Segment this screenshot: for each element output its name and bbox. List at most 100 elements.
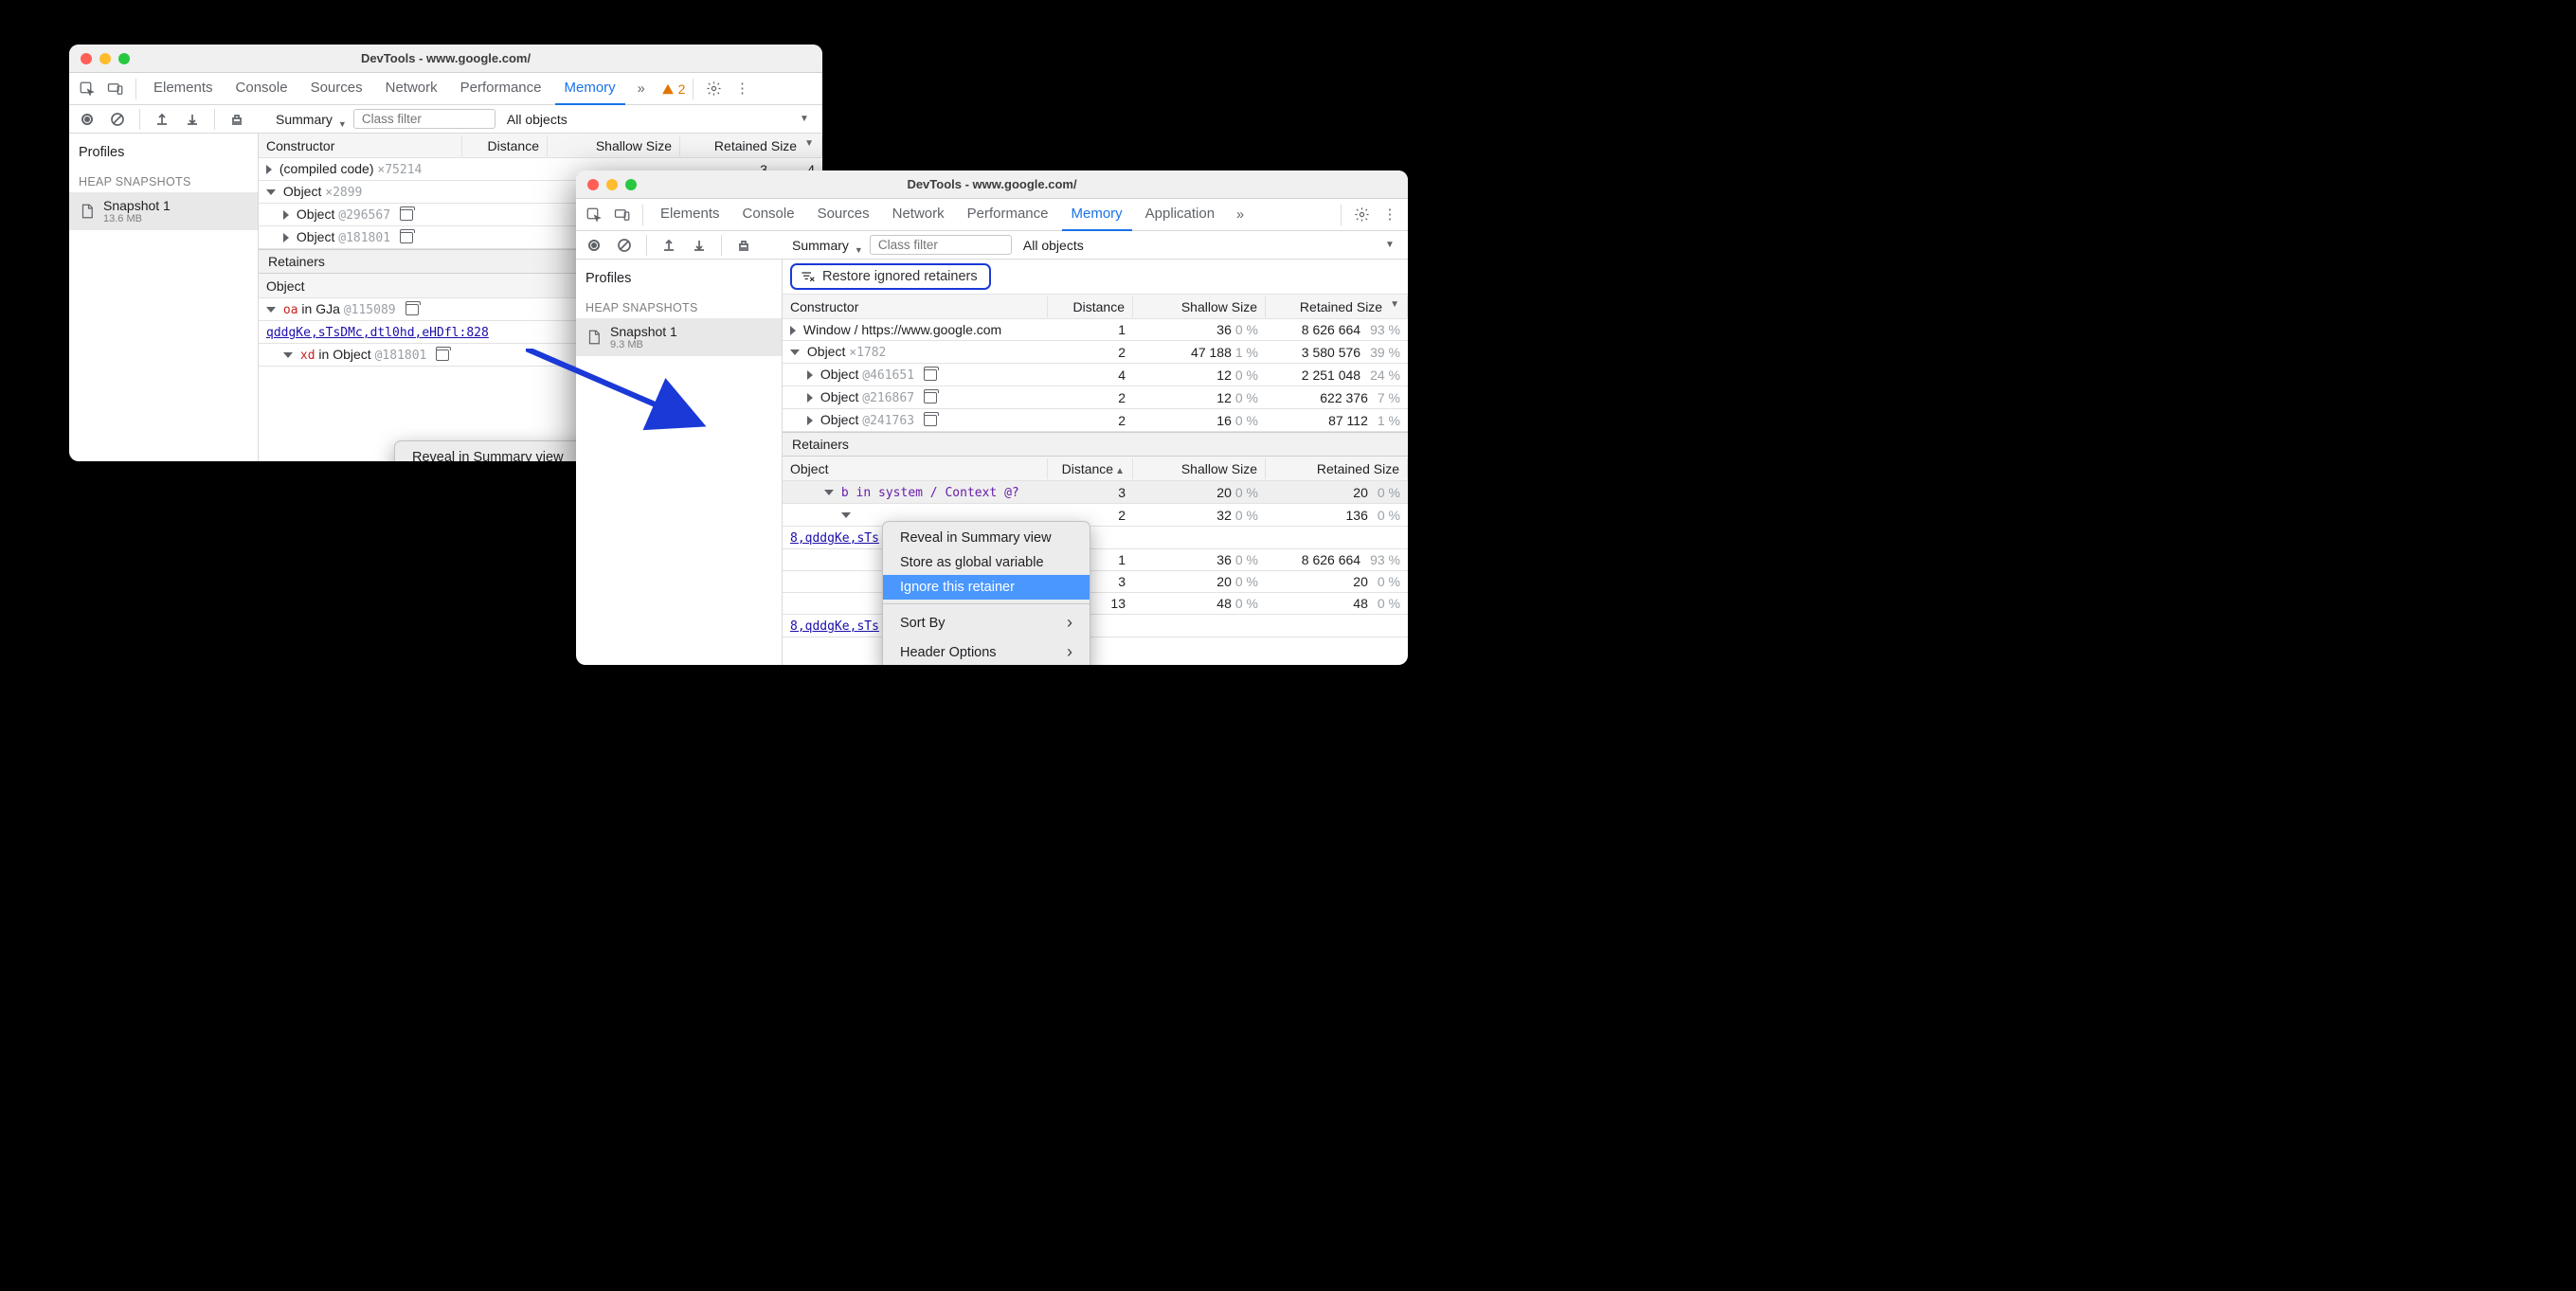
object-preview-icon[interactable]: [924, 415, 937, 426]
tab-memory[interactable]: Memory: [1062, 199, 1132, 231]
scope-select[interactable]: All objects: [1018, 237, 1090, 254]
tab-elements[interactable]: Elements: [651, 199, 730, 231]
col-constructor[interactable]: Constructor: [259, 135, 462, 156]
tab-application[interactable]: Application: [1136, 199, 1224, 231]
table-row[interactable]: b in system / Context @? 3 200 % 200 %: [783, 481, 1408, 504]
table-row[interactable]: 3 200 % 200 %: [783, 571, 1408, 593]
inspect-icon[interactable]: [75, 77, 99, 101]
snapshot-item[interactable]: Snapshot 1 9.3 MB: [576, 318, 782, 356]
tabs-overflow-icon[interactable]: »: [629, 77, 654, 101]
record-icon[interactable]: [582, 233, 606, 258]
more-icon[interactable]: ⋮: [730, 77, 754, 101]
col-shallow-size[interactable]: Shallow Size: [1133, 296, 1266, 317]
close-window-button[interactable]: [587, 179, 599, 190]
view-select[interactable]: Summary▼: [786, 237, 864, 254]
disclosure-right-icon[interactable]: [807, 393, 813, 403]
tab-performance[interactable]: Performance: [451, 73, 551, 105]
titlebar[interactable]: DevTools - www.google.com/: [69, 45, 822, 73]
disclosure-right-icon[interactable]: [283, 210, 289, 220]
disclosure-down-icon[interactable]: [283, 352, 293, 358]
col-constructor[interactable]: Constructor: [783, 296, 1048, 317]
table-row[interactable]: 13 480 % 480 %: [783, 593, 1408, 615]
object-preview-icon[interactable]: [924, 369, 937, 381]
menu-item[interactable]: Sort By: [883, 608, 1090, 637]
more-icon[interactable]: ⋮: [1378, 203, 1402, 227]
clear-icon[interactable]: [612, 233, 637, 258]
menu-item[interactable]: Reveal in Summary view: [883, 526, 1090, 550]
settings-icon[interactable]: [701, 77, 726, 101]
menu-item[interactable]: Store as global variable: [883, 550, 1090, 575]
disclosure-down-icon[interactable]: [790, 350, 800, 355]
tab-console[interactable]: Console: [733, 199, 804, 231]
disclosure-right-icon[interactable]: [807, 416, 813, 425]
close-window-button[interactable]: [81, 53, 92, 64]
col-retained-size[interactable]: Retained Size: [1266, 458, 1408, 479]
disclosure-right-icon[interactable]: [266, 165, 272, 174]
clear-icon[interactable]: [105, 107, 130, 132]
source-link[interactable]: 8,qddgKe,sTs: [790, 531, 879, 546]
device-toolbar-icon[interactable]: [610, 203, 635, 227]
tab-console[interactable]: Console: [226, 73, 297, 105]
device-toolbar-icon[interactable]: [103, 77, 128, 101]
zoom-window-button[interactable]: [118, 53, 130, 64]
class-filter-input[interactable]: [353, 109, 495, 129]
menu-item[interactable]: Header Options: [883, 637, 1090, 665]
scope-select[interactable]: All objects: [501, 111, 573, 128]
upload-icon[interactable]: [657, 233, 681, 258]
menu-item[interactable]: Ignore this retainer: [883, 575, 1090, 600]
table-row[interactable]: Object @241763 2 160 % 87 1121 %: [783, 409, 1408, 432]
col-distance[interactable]: Distance: [462, 135, 548, 156]
menu-item[interactable]: Reveal in Summary view: [395, 445, 602, 461]
dropdown-icon[interactable]: ▼: [1378, 233, 1402, 258]
col-distance[interactable]: Distance: [1048, 296, 1133, 317]
record-icon[interactable]: [75, 107, 99, 132]
object-preview-icon[interactable]: [400, 209, 413, 221]
table-row[interactable]: Window / https://www.google.com 1 360 % …: [783, 319, 1408, 341]
tab-sources[interactable]: Sources: [301, 73, 372, 105]
source-link[interactable]: qddgKe,sTsDMc,dtl0hd,eHDfl:828: [266, 326, 489, 340]
col-shallow-size[interactable]: Shallow Size: [1133, 458, 1266, 479]
restore-ignored-retainers-button[interactable]: Restore ignored retainers: [790, 263, 991, 290]
tab-elements[interactable]: Elements: [144, 73, 223, 105]
object-preview-icon[interactable]: [924, 392, 937, 403]
tab-sources[interactable]: Sources: [808, 199, 879, 231]
inspect-icon[interactable]: [582, 203, 606, 227]
col-object[interactable]: Object: [783, 458, 1048, 479]
view-select[interactable]: Summary▼: [270, 111, 348, 128]
object-preview-icon[interactable]: [405, 304, 419, 315]
gc-icon[interactable]: [731, 233, 756, 258]
download-icon[interactable]: [180, 107, 205, 132]
table-row[interactable]: Object @216867 2 120 % 622 3767 %: [783, 386, 1408, 409]
table-row[interactable]: Object @461651 4 120 % 2 251 04824 %: [783, 364, 1408, 386]
download-icon[interactable]: [687, 233, 712, 258]
object-preview-icon[interactable]: [436, 350, 449, 361]
disclosure-down-icon[interactable]: [266, 307, 276, 313]
tab-network[interactable]: Network: [883, 199, 954, 231]
table-row[interactable]: 1 360 % 8 626 66493 %: [783, 549, 1408, 571]
disclosure-down-icon[interactable]: [266, 189, 276, 195]
disclosure-right-icon[interactable]: [283, 233, 289, 242]
disclosure-right-icon[interactable]: [807, 370, 813, 380]
disclosure-right-icon[interactable]: [790, 326, 796, 335]
disclosure-down-icon[interactable]: [841, 512, 851, 518]
col-retained-size[interactable]: Retained Size▼: [680, 135, 822, 156]
minimize-window-button[interactable]: [99, 53, 111, 64]
tab-performance[interactable]: Performance: [958, 199, 1058, 231]
dropdown-icon[interactable]: ▼: [792, 107, 817, 132]
table-row[interactable]: Object ×1782 2 47 1881 % 3 580 57639 %: [783, 341, 1408, 364]
titlebar[interactable]: DevTools - www.google.com/: [576, 170, 1408, 199]
zoom-window-button[interactable]: [625, 179, 637, 190]
col-shallow-size[interactable]: Shallow Size: [548, 135, 680, 156]
object-preview-icon[interactable]: [400, 232, 413, 243]
tabs-overflow-icon[interactable]: »: [1228, 203, 1252, 227]
class-filter-input[interactable]: [870, 235, 1012, 255]
minimize-window-button[interactable]: [606, 179, 618, 190]
source-link[interactable]: 8,qddgKe,sTs: [790, 619, 879, 634]
settings-icon[interactable]: [1349, 203, 1374, 227]
tab-network[interactable]: Network: [376, 73, 447, 105]
issues-badge[interactable]: 2: [661, 81, 686, 97]
tab-memory[interactable]: Memory: [555, 73, 625, 105]
col-distance[interactable]: Distance▲: [1048, 458, 1133, 479]
upload-icon[interactable]: [150, 107, 174, 132]
disclosure-down-icon[interactable]: [824, 490, 834, 495]
